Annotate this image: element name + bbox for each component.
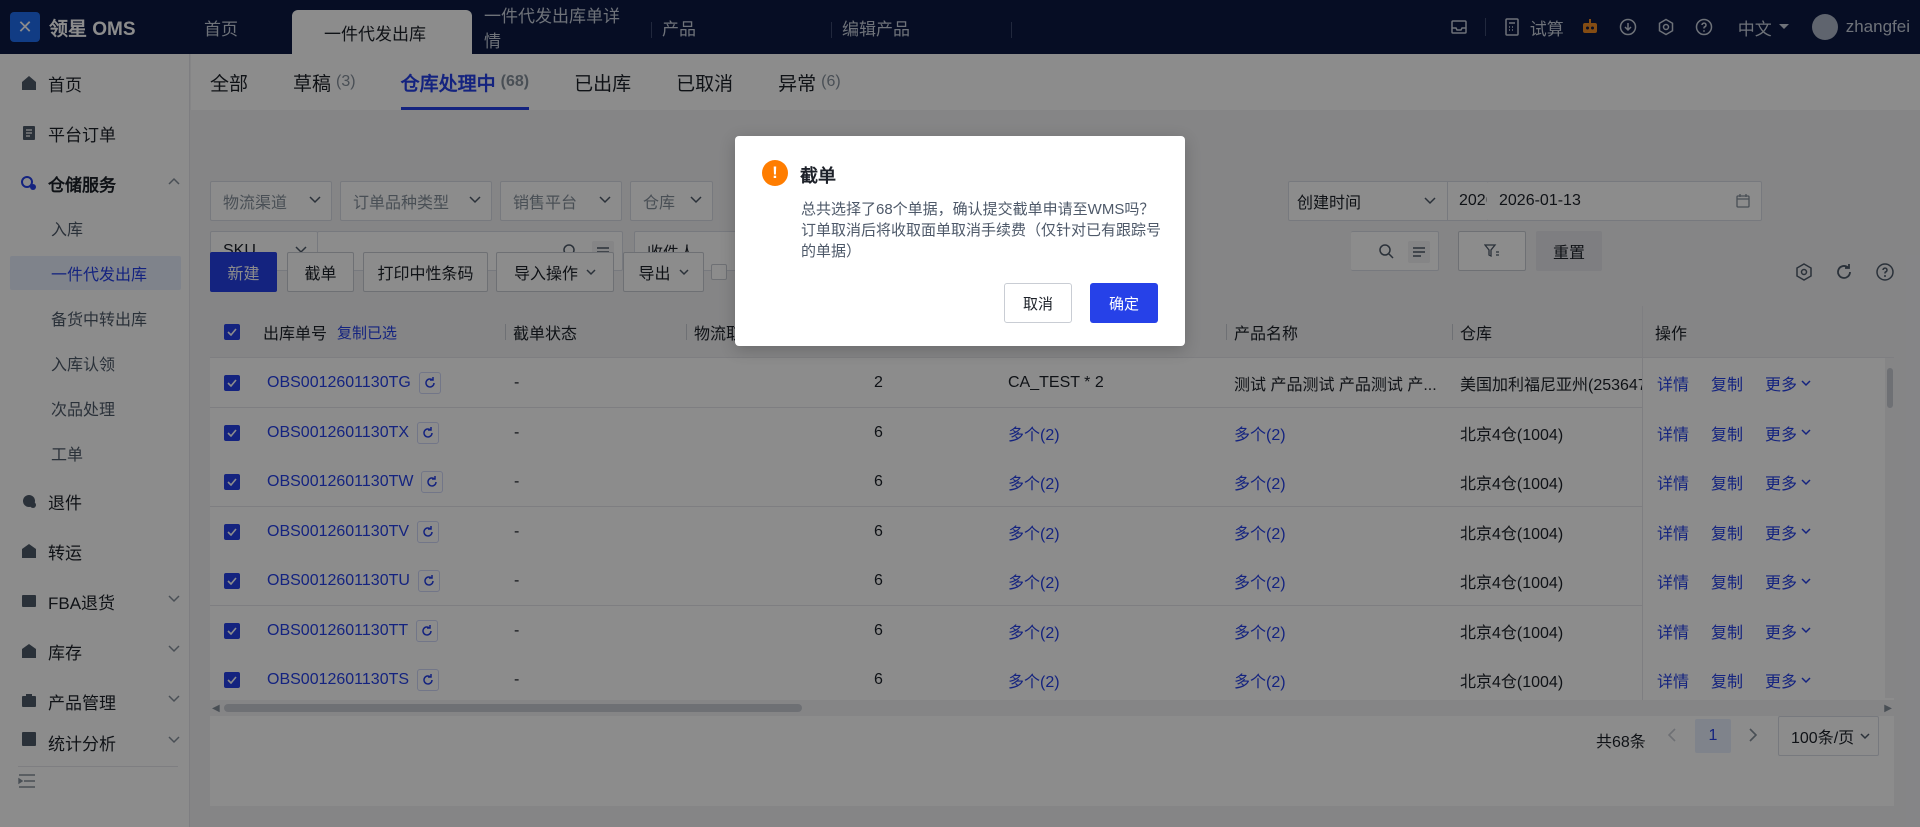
cancel-button[interactable]: 取消 xyxy=(1004,283,1072,323)
button-label: 取消 xyxy=(1022,295,1053,313)
dialog-message: 总共选择了68个单据，确认提交截单申请至WMS吗？订单取消后将收取面单取消手续费… xyxy=(801,201,1162,260)
warning-icon: ! xyxy=(762,160,788,186)
dialog-title: 截单 xyxy=(800,166,836,186)
confirm-button[interactable]: 确定 xyxy=(1090,283,1158,323)
modal-overlay[interactable] xyxy=(0,0,1920,827)
button-label: 确定 xyxy=(1108,295,1139,313)
intercept-confirm-dialog: ! 截单 总共选择了68个单据，确认提交截单申请至WMS吗？订单取消后将收取面单… xyxy=(735,136,1185,346)
